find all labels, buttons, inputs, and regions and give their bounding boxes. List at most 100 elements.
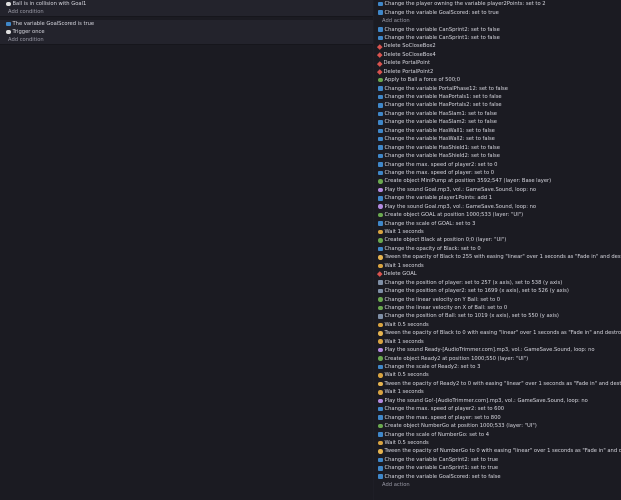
action-row[interactable]: Change the scale of GOAL: set to 3 bbox=[374, 219, 621, 227]
actions-list: Change the player owning the variable pl… bbox=[374, 0, 621, 489]
action-row[interactable]: Change the position of player: set to 25… bbox=[374, 278, 621, 286]
action-row[interactable]: Change the variable CanSprint2: set to f… bbox=[374, 25, 621, 33]
del-icon bbox=[377, 60, 383, 66]
action-row[interactable]: Play the sound Goal.mp3, vol.: GameSave.… bbox=[374, 186, 621, 194]
action-row[interactable]: Change the max. speed of player2: set to… bbox=[374, 405, 621, 413]
action-row[interactable]: Change the max. speed of player: set to … bbox=[374, 413, 621, 421]
action-row[interactable]: Change the variable HasShield2: set to f… bbox=[374, 152, 621, 160]
event2-block: The variable GoalScored is true Trigger … bbox=[0, 20, 373, 45]
action-row[interactable]: Change the max. speed of player: set to … bbox=[374, 169, 621, 177]
action-row[interactable]: Create object MiniPump at position 3592;… bbox=[374, 177, 621, 185]
action-row[interactable]: Wait 1 seconds bbox=[374, 228, 621, 236]
action-row[interactable]: Wait 1 seconds bbox=[374, 262, 621, 270]
collision-icon bbox=[6, 1, 11, 7]
action-row[interactable]: Play the sound Go!-[AudioTrimmer.com].mp… bbox=[374, 397, 621, 405]
action-row[interactable]: Change the scale of Ready2: set to 3 bbox=[374, 363, 621, 371]
action-row[interactable]: Change the variable CanSprint2: set to t… bbox=[374, 456, 621, 464]
action-row[interactable]: Change the player owning the variable pl… bbox=[374, 0, 621, 8]
action-row[interactable]: Change the position of Ball: set to 1019… bbox=[374, 312, 621, 320]
action-row[interactable]: Change the variable HasShield1: set to f… bbox=[374, 143, 621, 151]
action-row[interactable]: Change the variable HasPortals2: set to … bbox=[374, 101, 621, 109]
action-row[interactable]: Change the position of player2: set to 1… bbox=[374, 287, 621, 295]
add-condition-link[interactable]: Add condition bbox=[0, 36, 373, 44]
action-row[interactable]: Change the variable HasWall2: set to fal… bbox=[374, 135, 621, 143]
action-text: Wait 1 seconds bbox=[384, 229, 424, 236]
action-row[interactable]: Change the opacity of Black: set to 0 bbox=[374, 245, 621, 253]
action-row[interactable]: Change the variable HasPortals1: set to … bbox=[374, 93, 621, 101]
action-row[interactable]: Wait 1 seconds bbox=[374, 338, 621, 346]
add-action-link[interactable]: Add action bbox=[374, 481, 621, 489]
action-text: Change the max. speed of player2: set to… bbox=[384, 406, 505, 413]
action-row[interactable]: Create object GOAL at position 1000;533 … bbox=[374, 211, 621, 219]
obj-icon bbox=[378, 305, 383, 311]
action-row[interactable]: Change the variable PortalPhase12: set t… bbox=[374, 84, 621, 92]
action-row[interactable]: Tween the opacity of Black to 0 with eas… bbox=[374, 329, 621, 337]
action-row[interactable]: Change the variable CanSprint1: set to t… bbox=[374, 464, 621, 472]
var-icon bbox=[378, 120, 383, 125]
action-text: Delete PortalPoint bbox=[383, 60, 430, 67]
del-icon bbox=[377, 43, 383, 49]
conditions-panel: Ball is in collision with Goal1 Add cond… bbox=[0, 0, 373, 500]
action-text: Delete SoCloseBox2 bbox=[383, 43, 436, 50]
action-text: Change the scale of Ready2: set to 3 bbox=[384, 364, 481, 371]
event1-block: Ball is in collision with Goal1 Add cond… bbox=[0, 0, 373, 17]
col-icon bbox=[378, 255, 383, 260]
action-row[interactable]: Change the scale of NumberGo: set to 4 bbox=[374, 430, 621, 438]
action-row[interactable]: Wait 1 seconds bbox=[374, 388, 621, 396]
action-row[interactable]: Play the sound Ready-[AudioTrimmer.com].… bbox=[374, 346, 621, 354]
obj-icon bbox=[378, 179, 383, 184]
action-row[interactable]: Tween the opacity of Black to 255 with e… bbox=[374, 253, 621, 261]
action-row[interactable]: Delete SoCloseBox4 bbox=[374, 51, 621, 59]
action-row[interactable]: Wait 0.5 seconds bbox=[374, 439, 621, 447]
action-text: Wait 1 seconds bbox=[384, 262, 424, 269]
var-icon bbox=[378, 136, 383, 142]
obj-icon bbox=[378, 238, 383, 243]
action-row[interactable]: Change the variable HasSlam2: set to fal… bbox=[374, 118, 621, 126]
action-row[interactable]: Change the linear velocity on X of Ball:… bbox=[374, 304, 621, 312]
time-icon bbox=[378, 322, 383, 328]
action-text: Wait 0.5 seconds bbox=[384, 439, 429, 446]
del-icon bbox=[377, 271, 383, 277]
action-row[interactable]: Delete GOAL bbox=[374, 270, 621, 278]
action-row[interactable]: Tween the opacity of NumberGo to 0 with … bbox=[374, 447, 621, 455]
condition-text: Trigger once bbox=[12, 29, 45, 35]
add-condition-link[interactable]: Add condition bbox=[0, 8, 373, 16]
action-text: Wait 0.5 seconds bbox=[384, 321, 429, 328]
add-action-link[interactable]: Add action bbox=[374, 17, 621, 25]
action-row[interactable]: Create object NumberGo at position 1000;… bbox=[374, 422, 621, 430]
variable-condition[interactable]: The variable GoalScored is true bbox=[0, 20, 373, 28]
pos-icon bbox=[378, 314, 383, 319]
obj-icon bbox=[378, 356, 383, 361]
action-row[interactable]: Delete PortalPoint2 bbox=[374, 68, 621, 76]
action-row[interactable]: Create object Black at position 0;0 (lay… bbox=[374, 236, 621, 244]
action-text: Change the linear velocity on X of Ball:… bbox=[384, 304, 508, 311]
action-text: Create object MiniPump at position 3592;… bbox=[384, 178, 552, 185]
action-text: Change the variable HasWall1: set to fal… bbox=[384, 127, 495, 134]
action-row[interactable]: Change the variable GoalScored: set to t… bbox=[374, 8, 621, 16]
action-row[interactable]: Change the variable GoalScored: set to f… bbox=[374, 473, 621, 481]
action-row[interactable]: Apply to Ball a force of 500;0 bbox=[374, 76, 621, 84]
action-row[interactable]: Change the variable HasSlam1: set to fal… bbox=[374, 110, 621, 118]
obj-icon bbox=[378, 297, 383, 302]
action-row[interactable]: Delete PortalPoint bbox=[374, 59, 621, 67]
var-icon bbox=[378, 10, 383, 15]
action-row[interactable]: Change the max. speed of player2: set to… bbox=[374, 160, 621, 168]
action-row[interactable]: Change the variable CanSprint1: set to f… bbox=[374, 34, 621, 42]
action-row[interactable]: Tween the opacity of Ready2 to 0 with ea… bbox=[374, 380, 621, 388]
action-row[interactable]: Change the linear velocity on Y Ball: se… bbox=[374, 295, 621, 303]
action-row[interactable]: Wait 0.5 seconds bbox=[374, 321, 621, 329]
pos-icon bbox=[378, 280, 383, 285]
collision-condition[interactable]: Ball is in collision with Goal1 bbox=[0, 0, 373, 8]
action-row[interactable]: Play the sound Goal.mp3, vol.: GameSave.… bbox=[374, 203, 621, 211]
obj-icon bbox=[378, 423, 383, 429]
action-text: Change the variable HasSlam1: set to fal… bbox=[384, 110, 497, 117]
action-row[interactable]: Wait 0.5 seconds bbox=[374, 371, 621, 379]
action-text: Change the variable HasShield2: set to f… bbox=[384, 153, 500, 160]
action-row[interactable]: Change the variable HasWall1: set to fal… bbox=[374, 127, 621, 135]
action-row[interactable]: Create object Ready2 at position 1000;55… bbox=[374, 354, 621, 362]
action-text: Change the position of player2: set to 1… bbox=[384, 288, 569, 295]
trigger-once-condition[interactable]: Trigger once bbox=[0, 28, 373, 36]
time-icon bbox=[378, 263, 383, 269]
action-row[interactable]: Change the variable player1Points: add 1 bbox=[374, 194, 621, 202]
action-row[interactable]: Delete SoCloseBox2 bbox=[374, 42, 621, 50]
